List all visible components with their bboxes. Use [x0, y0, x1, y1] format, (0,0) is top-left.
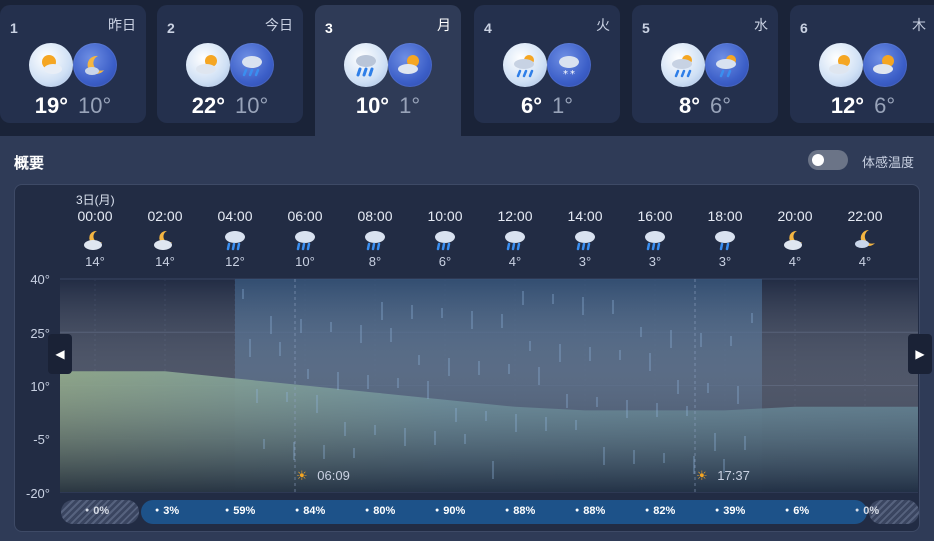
sunrise-time: 06:09 [317, 468, 350, 483]
sunset-icon: ☀ [696, 468, 708, 483]
temperature-plot [60, 278, 918, 493]
precip-chance: ● 3% [155, 505, 179, 517]
area-fade [60, 279, 918, 492]
scroll-right-button[interactable]: ▶ [908, 334, 932, 374]
precip-chance: ● 88% [575, 505, 605, 517]
precip-chance: ● 0% [85, 505, 109, 517]
raindrop-icon: ● [855, 507, 860, 514]
raindrop-icon: ● [505, 507, 510, 514]
scroll-left-button[interactable]: ◀ [48, 334, 72, 374]
precip-chance: ● 0% [855, 505, 879, 517]
precip-chance: ● 6% [785, 505, 809, 517]
raindrop-icon: ● [435, 507, 440, 514]
precip-value: 88% [513, 505, 536, 517]
precip-value: 88% [583, 505, 606, 517]
precip-chance: ● 88% [505, 505, 535, 517]
precip-value: 84% [303, 505, 326, 517]
precip-chance: ● 80% [365, 505, 395, 517]
raindrop-icon: ● [295, 507, 300, 514]
raindrop-icon: ● [85, 507, 90, 514]
precip-value: 6% [793, 505, 810, 517]
precip-chance: ● 90% [435, 505, 465, 517]
precip-value: 3% [163, 505, 180, 517]
sunset-indicator: ☀ 17:37 [696, 468, 750, 484]
raindrop-icon: ● [575, 507, 580, 514]
sunrise-indicator: ☀ 06:09 [296, 468, 350, 484]
raindrop-icon: ● [785, 507, 790, 514]
sunrise-icon: ☀ [296, 468, 308, 483]
precip-chance: ● 39% [715, 505, 745, 517]
precip-value: 0% [863, 505, 880, 517]
precip-value: 39% [723, 505, 746, 517]
precip-chance: ● 82% [645, 505, 675, 517]
precip-value: 80% [373, 505, 396, 517]
sunset-time: 17:37 [717, 468, 750, 483]
precip-chance: ● 84% [295, 505, 325, 517]
raindrop-icon: ● [225, 507, 230, 514]
precip-value: 0% [93, 505, 110, 517]
raindrop-icon: ● [645, 507, 650, 514]
raindrop-icon: ● [715, 507, 720, 514]
precip-value: 82% [653, 505, 676, 517]
raindrop-icon: ● [155, 507, 160, 514]
precip-chance: ● 59% [225, 505, 255, 517]
precip-value: 90% [443, 505, 466, 517]
raindrop-icon: ● [365, 507, 370, 514]
precip-value: 59% [233, 505, 256, 517]
